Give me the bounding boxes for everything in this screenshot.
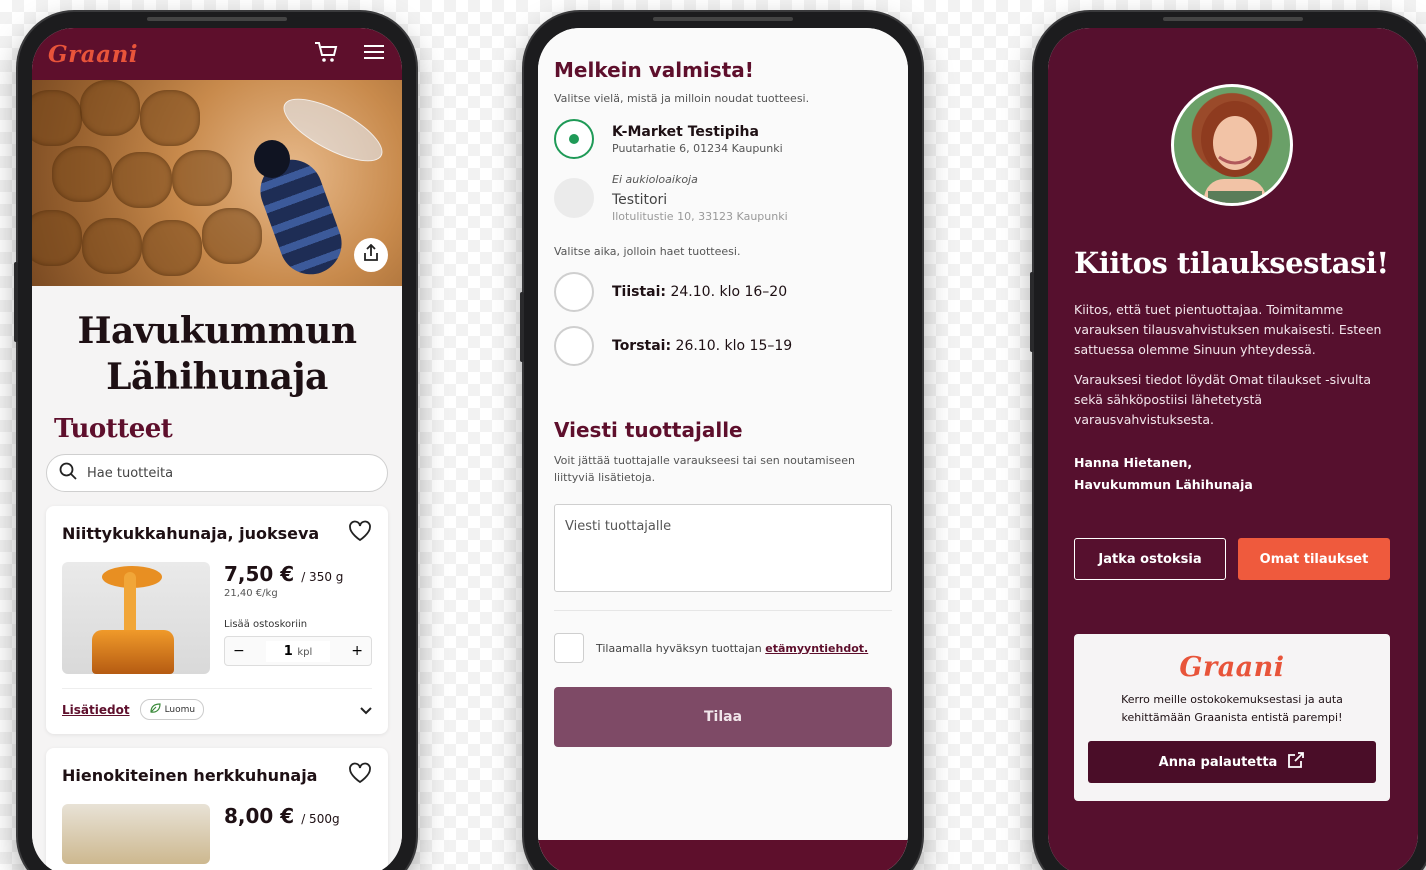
product-image[interactable] xyxy=(62,804,210,864)
radio-unselected[interactable] xyxy=(554,272,594,312)
quantity-value[interactable]: 1 xyxy=(284,644,293,659)
phone-checkout: Melkein valmista! Valitse vielä, mistä j… xyxy=(520,12,922,870)
confirmation-screen: Kiitos tilauksestasi! Kiitos, että tuet … xyxy=(1048,28,1418,870)
time-day: Torstai: xyxy=(612,338,672,354)
time-option-tuesday[interactable]: Tiistai: 24.10. klo 16–20 xyxy=(554,272,892,312)
phone-speaker xyxy=(653,17,793,21)
terms-link[interactable]: etämyyntiehdot. xyxy=(765,642,868,655)
search-input[interactable]: Hae tuotteita xyxy=(46,454,388,492)
heart-icon[interactable] xyxy=(348,762,372,788)
thanks-paragraph-2: Varauksesi tiedot löydät Omat tilaukset … xyxy=(1074,372,1372,427)
time-hint: Valitse aika, jolloin haet tuotteesi. xyxy=(554,245,741,258)
checkout-screen: Melkein valmista! Valitse vielä, mistä j… xyxy=(538,28,908,870)
producer-avatar xyxy=(1171,84,1293,206)
feedback-button[interactable]: Anna palautetta xyxy=(1088,741,1376,783)
radio-disabled xyxy=(554,178,594,218)
location-hint: Valitse vielä, mistä ja milloin noudat t… xyxy=(554,92,810,105)
phone-speaker xyxy=(1163,17,1303,21)
location-name: Testitori xyxy=(612,192,668,208)
terms-row: Tilaamalla hyväksyn tuottajan etämyyntie… xyxy=(554,610,892,663)
location-option-kmarket[interactable]: K-Market Testipiha Puutarhatie 6, 01234 … xyxy=(554,119,892,159)
location-name: K-Market Testipiha xyxy=(612,123,759,140)
cart-icon[interactable] xyxy=(314,41,338,67)
product-name[interactable]: Niittykukkahunaja, juokseva xyxy=(62,524,319,543)
time-option-thursday[interactable]: Torstai: 26.10. klo 15–19 xyxy=(554,326,892,366)
message-hint: Voit jättää tuottajalle varaukseesi tai … xyxy=(554,454,855,484)
location-option-testitori: Ei aukioloaikoja Testitori Ilotulitustie… xyxy=(554,173,892,223)
time-day: Tiistai: xyxy=(612,284,667,300)
hero-image xyxy=(32,80,402,286)
phone-side-button xyxy=(520,292,524,362)
terms-text: Tilaamalla hyväksyn tuottajan xyxy=(596,641,766,655)
app-header: Graani xyxy=(32,28,402,80)
quantity-unit: kpl xyxy=(297,646,313,658)
order-button[interactable]: Tilaa xyxy=(554,687,892,747)
location-note: Ei aukioloaikoja xyxy=(612,173,698,186)
terms-checkbox[interactable] xyxy=(554,633,584,663)
product-image[interactable] xyxy=(62,562,210,674)
search-placeholder: Hae tuotteita xyxy=(87,465,174,481)
heart-icon[interactable] xyxy=(348,520,372,546)
phone-shop: Graani Havukummun Lähihunaja Tuotteet Ha… xyxy=(14,12,416,870)
badge-label: Luomu xyxy=(164,704,196,715)
minus-icon[interactable]: − xyxy=(233,643,245,659)
more-info-link[interactable]: Lisätiedot xyxy=(62,703,130,717)
add-to-cart-label: Lisää ostoskoriin xyxy=(224,619,308,630)
quantity-stepper: − 1 kpl + xyxy=(224,636,372,666)
menu-icon[interactable] xyxy=(364,44,384,64)
leaf-icon xyxy=(149,702,161,717)
location-address: Ilotulitustie 10, 33123 Kaupunki xyxy=(612,210,788,223)
organic-badge: Luomu xyxy=(139,699,205,720)
brand-logo[interactable]: Graani xyxy=(48,41,138,68)
phone-confirmation: Kiitos tilauksestasi! Kiitos, että tuet … xyxy=(1030,12,1426,870)
phone-side-button xyxy=(14,262,18,342)
unit-price: 21,40 €/kg xyxy=(224,588,278,599)
share-icon xyxy=(363,243,379,266)
my-orders-button[interactable]: Omat tilaukset xyxy=(1238,538,1390,580)
feedback-card: Graani Kerro meille ostokokemuksestasi j… xyxy=(1074,634,1390,801)
location-address: Puutarhatie 6, 01234 Kaupunki xyxy=(612,141,783,155)
checkout-title: Melkein valmista! xyxy=(554,58,754,82)
shop-title: Havukummun Lähihunaja xyxy=(77,310,357,398)
product-card: Hienokiteinen herkkuhunaja 8,00 € / 500g xyxy=(46,748,388,870)
radio-unselected[interactable] xyxy=(554,326,594,366)
product-card: Niittykukkahunaja, juokseva 7,50 € / 350… xyxy=(46,506,388,734)
search-icon xyxy=(59,462,77,484)
radio-selected[interactable] xyxy=(554,119,594,159)
product-size: / 350 g xyxy=(301,570,344,584)
shop-screen: Graani Havukummun Lähihunaja Tuotteet Ha… xyxy=(32,28,402,870)
message-textarea[interactable]: Viesti tuottajalle xyxy=(554,504,892,592)
products-heading: Tuotteet xyxy=(54,414,173,444)
signature-name: Hanna Hietanen, xyxy=(1074,455,1193,470)
share-button[interactable] xyxy=(354,238,388,272)
phone-speaker xyxy=(147,17,287,21)
thanks-paragraph-1: Kiitos, että tuet pientuottajaa. Toimita… xyxy=(1074,302,1382,357)
bottom-bar xyxy=(538,840,908,870)
product-size: / 500g xyxy=(301,812,340,826)
product-name[interactable]: Hienokiteinen herkkuhunaja xyxy=(62,766,317,785)
plus-icon[interactable]: + xyxy=(351,643,363,659)
time-slot: 26.10. klo 15–19 xyxy=(675,338,793,354)
signature-org: Havukummun Lähihunaja xyxy=(1074,477,1253,492)
product-price: 8,00 € / 500g xyxy=(224,804,340,828)
feedback-text: Kerro meille ostokokemuksestasi ja auta … xyxy=(1121,693,1343,724)
message-placeholder: Viesti tuottajalle xyxy=(565,519,672,534)
thanks-title: Kiitos tilauksestasi! xyxy=(1074,246,1389,280)
feedback-button-label: Anna palautetta xyxy=(1158,754,1278,770)
product-price: 7,50 € / 350 g xyxy=(224,562,344,586)
phone-side-button xyxy=(1030,272,1034,352)
chevron-down-icon[interactable] xyxy=(360,700,372,719)
feedback-brand-logo: Graani xyxy=(1179,652,1285,683)
message-title: Viesti tuottajalle xyxy=(554,418,743,442)
external-link-icon xyxy=(1287,751,1305,773)
time-slot: 24.10. klo 16–20 xyxy=(670,284,788,300)
continue-shopping-button[interactable]: Jatka ostoksia xyxy=(1074,538,1227,580)
